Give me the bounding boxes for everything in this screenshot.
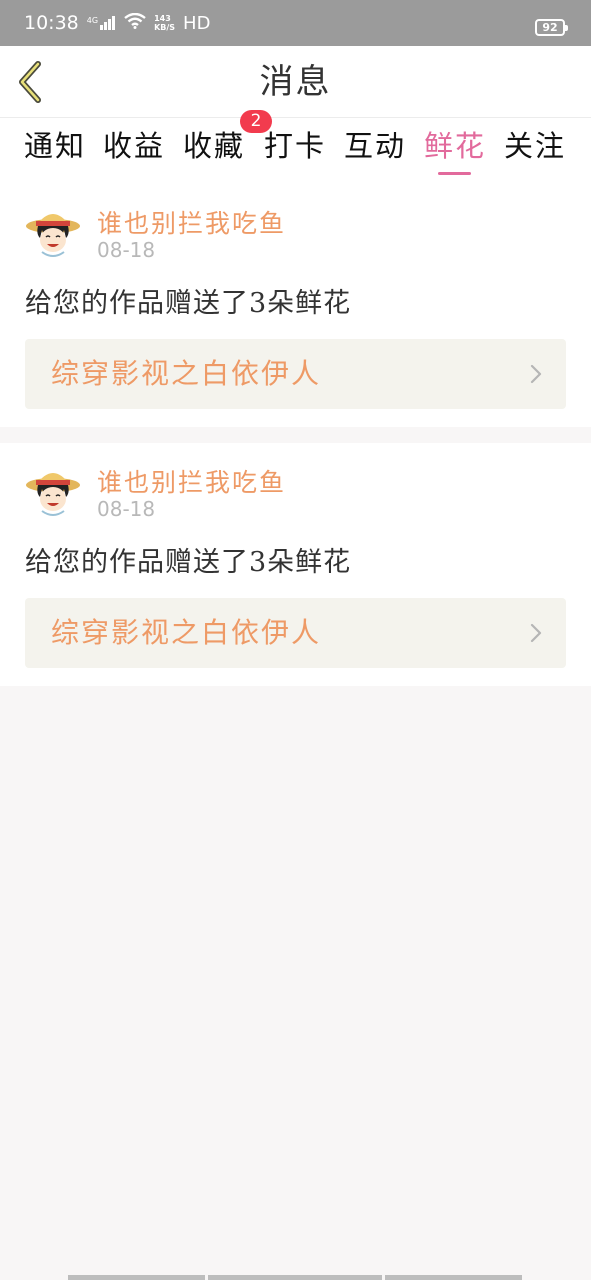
status-left: 10:38 4G 143 KB/S HD: [24, 0, 210, 46]
speed-value: 143: [154, 14, 171, 23]
tab-following[interactable]: 关注: [504, 124, 566, 168]
active-tab-indicator: [438, 172, 471, 175]
username[interactable]: 谁也别拦我吃鱼: [97, 204, 286, 240]
hd-indicator: HD: [183, 12, 211, 34]
chevron-right-icon: [530, 623, 542, 643]
tab-interactions[interactable]: 互动: [344, 124, 406, 168]
avatar[interactable]: [24, 204, 82, 262]
status-bar: 10:38 4G 143 KB/S HD 92: [0, 0, 591, 46]
work-title: 综穿影视之白依伊人: [51, 357, 322, 390]
tab-checkin[interactable]: 打卡: [264, 124, 326, 168]
work-title: 综穿影视之白依伊人: [51, 616, 322, 649]
tab-favorites[interactable]: 收藏: [183, 124, 245, 168]
work-link[interactable]: 综穿影视之白依伊人: [25, 598, 566, 668]
nav-indicator: [208, 1275, 382, 1280]
chevron-right-icon: [530, 364, 542, 384]
work-link[interactable]: 综穿影视之白依伊人: [25, 339, 566, 409]
tab-earnings[interactable]: 收益: [103, 124, 165, 168]
wifi-icon: [124, 12, 146, 33]
avatar[interactable]: [24, 463, 82, 521]
username[interactable]: 谁也别拦我吃鱼: [97, 463, 286, 499]
battery-level: 92: [542, 21, 558, 34]
battery-icon: 92: [535, 19, 568, 36]
nav-indicator: [68, 1275, 205, 1280]
favorites-badge: 2: [240, 110, 272, 133]
page-title: 消息: [259, 62, 332, 102]
status-time: 10:38: [24, 12, 79, 34]
signal-icon: 4G: [87, 16, 116, 30]
nav-indicator: [385, 1275, 522, 1280]
message-text: 给您的作品赠送了3朵鲜花: [25, 288, 352, 319]
tab-flowers[interactable]: 鲜花: [424, 124, 486, 168]
tab-notifications[interactable]: 通知: [24, 124, 86, 168]
message-time: 08-18: [97, 497, 156, 521]
speed-unit: KB/S: [154, 23, 176, 32]
tab-bar: 通知 收益 收藏 打卡 互动 鲜花 关注: [0, 118, 591, 184]
network-type: 4G: [86, 16, 99, 25]
message-time: 08-18: [97, 238, 156, 262]
network-speed: 143 KB/S: [154, 14, 175, 32]
header: 消息: [0, 46, 591, 118]
message-card: 谁也别拦我吃鱼 08-18 给您的作品赠送了3朵鲜花 综穿影视之白依伊人: [0, 184, 591, 427]
message-card: 谁也别拦我吃鱼 08-18 给您的作品赠送了3朵鲜花 综穿影视之白依伊人: [0, 443, 591, 686]
message-text: 给您的作品赠送了3朵鲜花: [25, 547, 352, 578]
